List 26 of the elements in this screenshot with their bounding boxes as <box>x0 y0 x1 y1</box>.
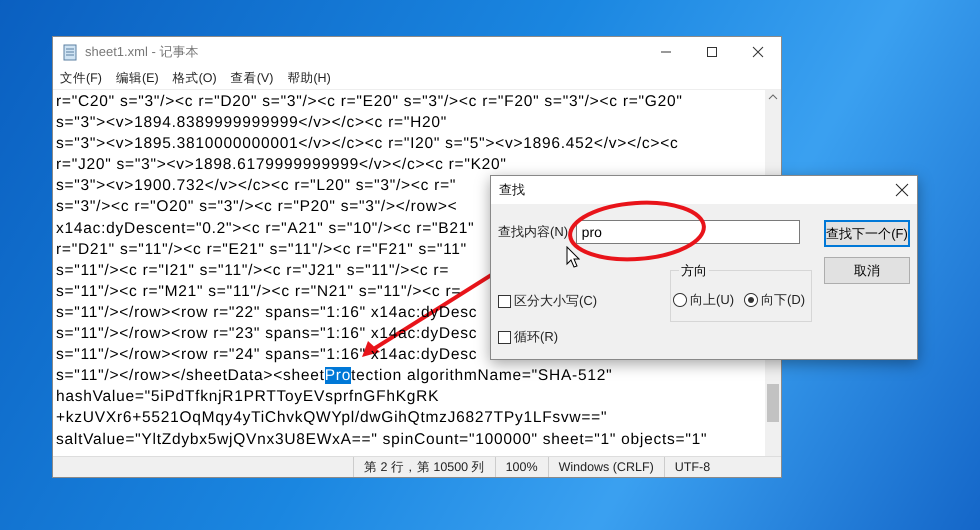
text-line: s="3"><v>1895.3810000000001</v></c><c r="I20" s="5"><v>1896.452</v></c><c <box>56 134 679 154</box>
status-item: 100% <box>494 457 548 477</box>
text-line: +kzUVXr6+5521OqMqy4yTiChvkQWYpl/dwGihQtmzJ6827TPy1LFsvw==" <box>56 408 608 428</box>
text-line: r="D21" s="11"/><c r="E21" s="11"/><c r="F21" s="11" <box>56 240 467 260</box>
radio-label: 向下(D) <box>761 291 806 309</box>
text-line: s="11"/></row><row r="24" spans="1:16" x14ac:dyDesc <box>56 345 478 366</box>
text-line: r="J20" s="3"><v>1898.6179999999999</v></c><c r="K20" <box>56 155 507 176</box>
checkbox-label: 区分大小写(C) <box>514 292 598 310</box>
status-item: Windows (CRLF) <box>548 457 664 477</box>
window-title: sheet1.xml - 记事本 <box>85 43 198 61</box>
text-line: s="3"><v>1900.732</v></c><c r="L20" s="3"/><c r=" <box>56 176 456 196</box>
radio-label: 向上(U) <box>690 291 734 309</box>
text-line: s="3"><v>1894.8389999999999</v></c><c r="H20" <box>56 113 448 134</box>
text-line: s="11"/><c r="M21" s="11"/><c r="N21" s="11"/><c r= <box>56 282 462 302</box>
text-line: saltValue="YltZdybx5wjQVnx3U8EWxA==" spinCount="100000" sheet="1" objects="1" <box>56 430 708 450</box>
text-line: r="C20" s="3"/><c r="D20" s="3"/><c r="E20" s="3"/><c r="F20" s="3"/><c r="G20" <box>56 92 683 112</box>
status-item: UTF-8 <box>664 457 720 477</box>
dialog-title: 查找 <box>499 181 525 199</box>
checkbox-label: 循环(R) <box>514 328 558 346</box>
status-item: 第 2 行，第 10500 列 <box>353 457 495 477</box>
group-title: 方向 <box>679 262 709 280</box>
text-line: s="11"/><c r="I21" s="11"/><c r="J21" s="11"/><c r= <box>56 260 450 281</box>
text-line: s="11"/></row></sheetData><sheetProtection algorithmName="SHA-512" <box>56 366 612 386</box>
text-line: s="3"/><c r="O20" s="3"/><c r="P20" s="3"/></row>< <box>56 197 458 218</box>
text-line: hashValue="5iPdTfknjR1PRTToyEVsprfnGFhKgRK <box>56 387 440 408</box>
text-line: x14ac:dyDescent="0.2"><c r="A21" s="10"/><c r="B21" <box>56 218 474 239</box>
